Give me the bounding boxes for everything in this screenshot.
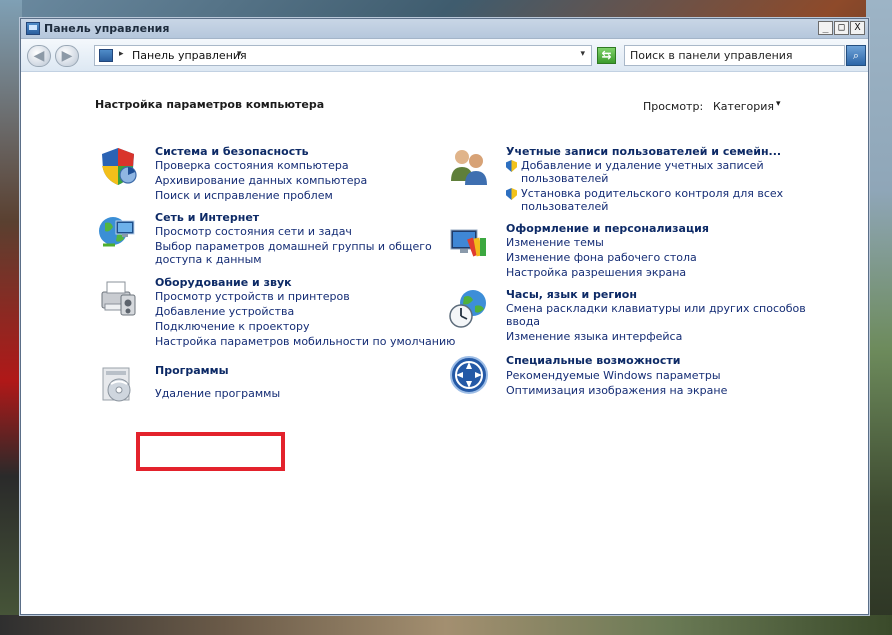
link-view-network-status[interactable]: Просмотр состояния сети и задач bbox=[155, 225, 352, 238]
link-change-theme[interactable]: Изменение темы bbox=[506, 236, 604, 249]
monitor-palette-icon[interactable] bbox=[448, 222, 490, 264]
link-change-keyboards[interactable]: Смена раскладки клавиатуры или других сп… bbox=[506, 302, 806, 315]
link-uninstall-program[interactable]: Удаление программы bbox=[155, 387, 280, 400]
category-title-network-internet[interactable]: Сеть и Интернет bbox=[155, 211, 259, 224]
link-devices-printers[interactable]: Просмотр устройств и принтеров bbox=[155, 290, 350, 303]
category-title-programs[interactable]: Программы bbox=[155, 364, 229, 377]
link-homegroup-sharing[interactable]: Выбор параметров домашней группы и общег… bbox=[155, 240, 432, 253]
highlight-frame bbox=[136, 432, 285, 471]
forward-button[interactable]: ▶ bbox=[55, 45, 79, 67]
breadcrumb-chevron-down-icon[interactable]: ▾ bbox=[237, 49, 242, 59]
control-panel-icon bbox=[26, 22, 40, 35]
category-title-ease-of-access[interactable]: Специальные возможности bbox=[506, 354, 680, 367]
network-globe-icon[interactable] bbox=[97, 211, 139, 253]
category-title-clock-language-region[interactable]: Часы, язык и регион bbox=[506, 288, 637, 301]
breadcrumb-control-panel[interactable]: Панель управления bbox=[132, 49, 247, 62]
search-input[interactable]: Поиск в панели управления bbox=[624, 45, 845, 66]
category-ease-of-access: Специальные возможности Рекомендуемые Wi… bbox=[448, 354, 808, 400]
category-appearance: Оформление и персонализация Изменение те… bbox=[448, 222, 808, 279]
link-backup-computer[interactable]: Архивирование данных компьютера bbox=[155, 174, 367, 187]
category-clock-language-region: Часы, язык и регион Смена раскладки клав… bbox=[448, 288, 808, 346]
link-change-display-language[interactable]: Изменение языка интерфейса bbox=[506, 330, 682, 343]
shield-icon[interactable] bbox=[97, 145, 139, 187]
close-button[interactable]: X bbox=[850, 21, 865, 35]
link-parental-controls[interactable]: Установка родительского контроля для все… bbox=[521, 187, 783, 200]
view-by-label: Просмотр: bbox=[643, 100, 704, 113]
category-user-accounts: Учетные записи пользователей и семейн...… bbox=[448, 145, 808, 213]
search-icon[interactable]: ⌕ bbox=[846, 45, 866, 66]
link-optimize-visual-display[interactable]: Оптимизация изображения на экране bbox=[506, 384, 727, 397]
navigation-toolbar: ◀ ▶ ▸ Панель управления ▾ ▾ ⇆ Поиск в па… bbox=[21, 39, 868, 72]
desktop-background-left bbox=[0, 0, 22, 635]
link-homegroup-sharing-continued[interactable]: доступа к данным bbox=[155, 253, 262, 266]
category-title-hardware-sound[interactable]: Оборудование и звук bbox=[155, 276, 292, 289]
page-title: Настройка параметров компьютера bbox=[95, 98, 325, 111]
programs-disc-icon[interactable] bbox=[97, 364, 139, 406]
main-content: Настройка параметров компьютера Просмотр… bbox=[21, 73, 868, 614]
link-add-remove-accounts[interactable]: Добавление и удаление учетных записей bbox=[521, 159, 764, 172]
link-adjust-resolution[interactable]: Настройка разрешения экрана bbox=[506, 266, 686, 279]
link-mobility-settings[interactable]: Настройка параметров мобильности по умол… bbox=[155, 335, 455, 348]
desktop-background-bottom bbox=[0, 615, 892, 635]
category-title-system-security[interactable]: Система и безопасность bbox=[155, 145, 309, 158]
maximize-button[interactable]: □ bbox=[834, 21, 849, 35]
link-change-desktop-background[interactable]: Изменение фона рабочего стола bbox=[506, 251, 697, 264]
desktop-background-right bbox=[866, 0, 892, 635]
link-recommended-settings[interactable]: Рекомендуемые Windows параметры bbox=[506, 369, 721, 382]
clock-globe-icon[interactable] bbox=[448, 288, 490, 330]
breadcrumb-separator-icon[interactable]: ▸ bbox=[119, 49, 124, 59]
window-controls: _ □ X bbox=[818, 21, 865, 35]
minimize-button[interactable]: _ bbox=[818, 21, 833, 35]
category-programs: Программы Удаление программы bbox=[97, 364, 357, 416]
link-add-device[interactable]: Добавление устройства bbox=[155, 305, 294, 318]
category-network-internet: Сеть и Интернет Просмотр состояния сети … bbox=[97, 211, 437, 267]
title-bar[interactable]: Панель управления _ □ X bbox=[21, 19, 868, 39]
link-check-computer-status[interactable]: Проверка состояния компьютера bbox=[155, 159, 349, 172]
view-by-dropdown[interactable]: Категория bbox=[713, 100, 774, 113]
chevron-down-icon[interactable]: ▾ bbox=[776, 99, 781, 109]
uac-shield-icon bbox=[506, 188, 517, 200]
link-parental-controls-continued[interactable]: пользователей bbox=[521, 200, 608, 213]
users-icon[interactable] bbox=[448, 145, 490, 187]
address-bar[interactable]: ▸ Панель управления ▾ ▾ bbox=[94, 45, 592, 66]
control-panel-icon bbox=[99, 49, 113, 62]
printer-icon[interactable] bbox=[97, 276, 139, 318]
category-title-user-accounts[interactable]: Учетные записи пользователей и семейн... bbox=[506, 145, 781, 158]
link-troubleshoot[interactable]: Поиск и исправление проблем bbox=[155, 189, 333, 202]
window-title: Панель управления bbox=[44, 22, 170, 35]
category-title-appearance[interactable]: Оформление и персонализация bbox=[506, 222, 709, 235]
link-connect-projector[interactable]: Подключение к проектору bbox=[155, 320, 310, 333]
refresh-button[interactable]: ⇆ bbox=[597, 47, 616, 64]
address-history-chevron-down-icon[interactable]: ▾ bbox=[580, 49, 585, 59]
control-panel-window: Панель управления _ □ X ◀ ▶ ▸ Панель упр… bbox=[20, 18, 869, 615]
category-hardware-sound: Оборудование и звук Просмотр устройств и… bbox=[97, 276, 457, 352]
category-system-security: Система и безопасность Проверка состояни… bbox=[97, 145, 437, 205]
uac-shield-icon bbox=[506, 160, 517, 172]
link-add-remove-accounts-continued[interactable]: пользователей bbox=[521, 172, 608, 185]
ease-of-access-icon[interactable] bbox=[448, 354, 490, 396]
link-change-keyboards-continued[interactable]: ввода bbox=[506, 315, 540, 328]
back-button[interactable]: ◀ bbox=[27, 45, 51, 67]
